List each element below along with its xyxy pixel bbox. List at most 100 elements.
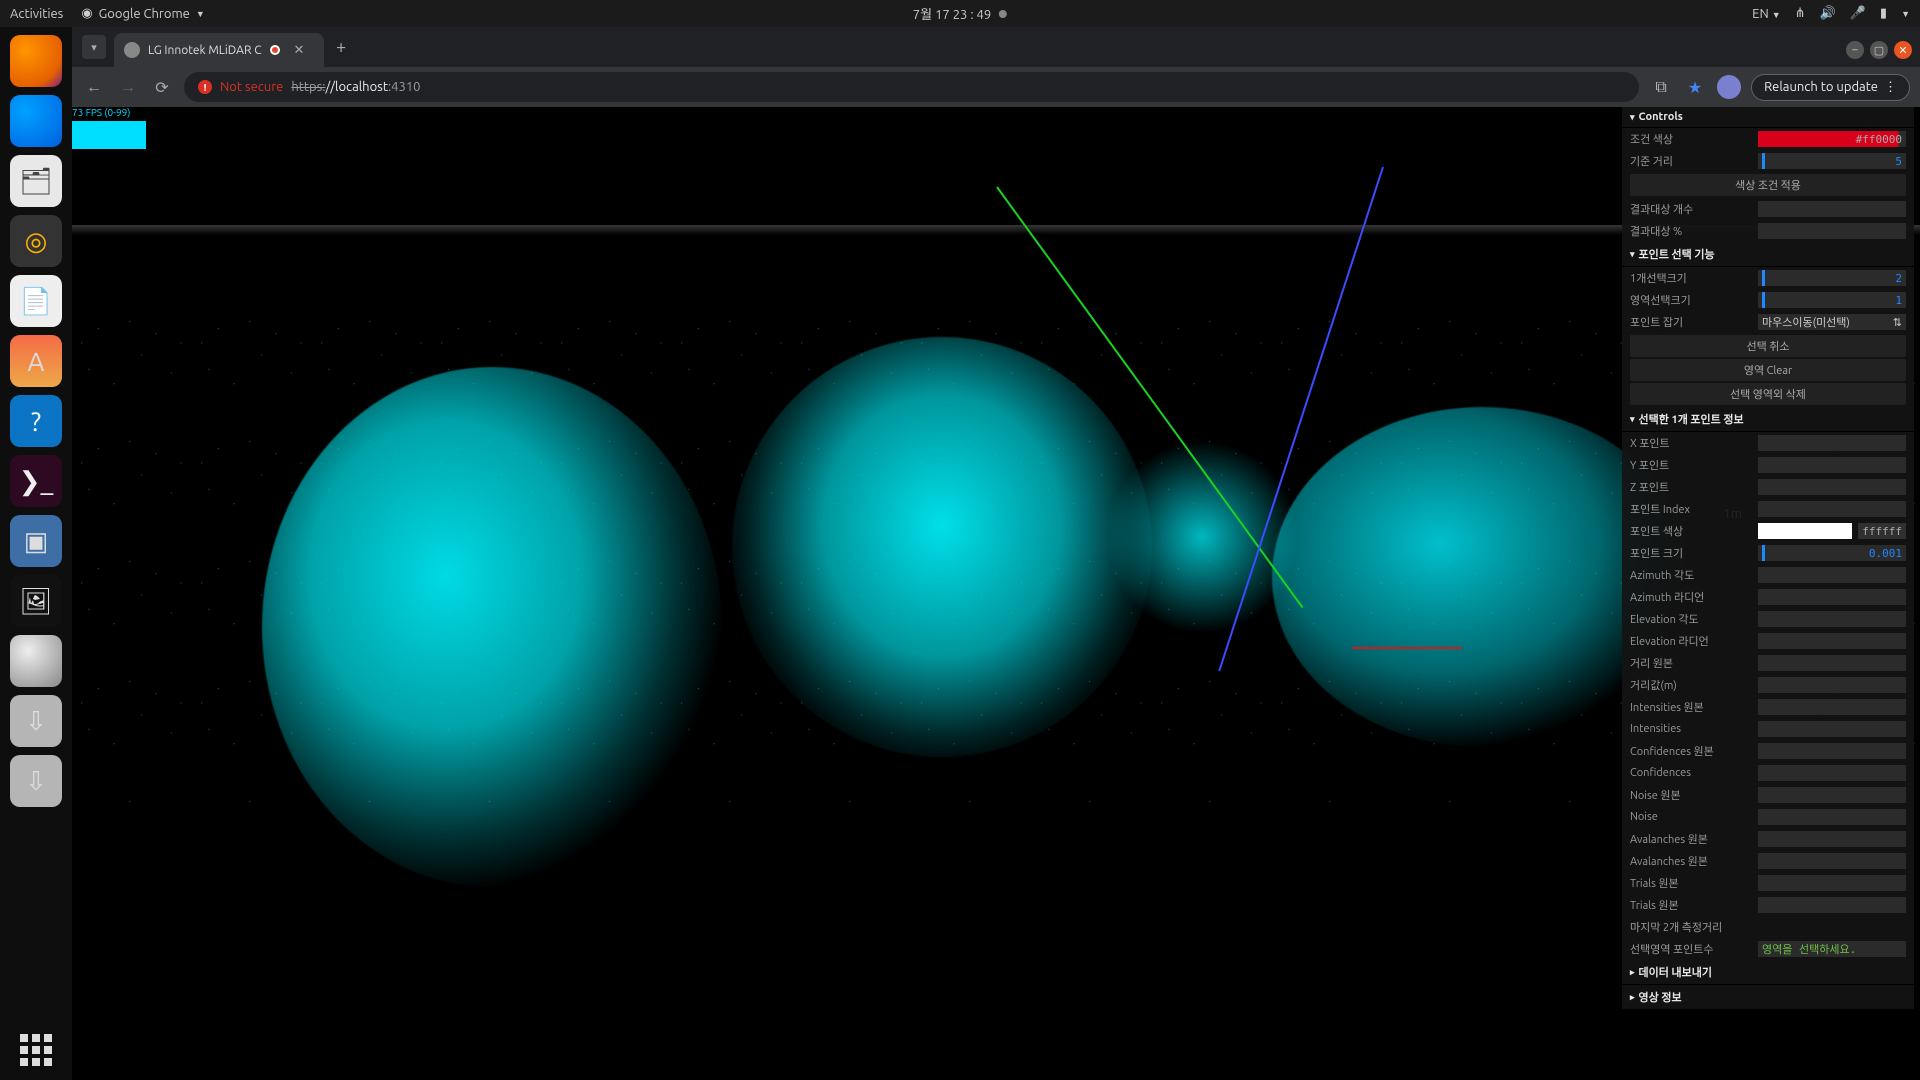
section-controls[interactable]: Controls <box>1622 107 1914 128</box>
label: 포인트 Index <box>1630 501 1752 517</box>
color-swatch[interactable] <box>1758 523 1852 539</box>
clock[interactable]: 7월 17 23 : 49 <box>913 4 1007 23</box>
apply-color-button[interactable]: 색상 조건 적용 <box>1630 174 1906 196</box>
url-port: :4310 <box>388 80 421 94</box>
gnome-topbar: Activities ◉ Google Chrome ▼ 7월 17 23 : … <box>0 0 1920 27</box>
readonly-field <box>1758 743 1906 759</box>
label: Avalanches 원본 <box>1630 853 1752 869</box>
cancel-selection-button[interactable]: 선택 취소 <box>1630 335 1906 357</box>
chevron-down-icon[interactable]: ▼ <box>1901 9 1910 19</box>
color-input[interactable]: #ff0000 <box>1758 131 1906 147</box>
label: 기준 거리 <box>1630 153 1752 169</box>
info-row: Trials 원본 <box>1622 894 1914 916</box>
axis-x-icon <box>1352 647 1462 649</box>
info-row: Avalanches 원본 <box>1622 828 1914 850</box>
readonly-field <box>1758 831 1906 847</box>
new-tab-button[interactable]: + <box>324 37 358 67</box>
bookmark-star-icon[interactable]: ★ <box>1683 78 1707 97</box>
controls-panel: Controls 조건 색상#ff0000 기준 거리 5 색상 조건 적용 결과… <box>1622 107 1914 1010</box>
section-selected-point-info[interactable]: 선택한 1개 포인트 정보 <box>1622 407 1914 432</box>
hex-input[interactable]: ffffff <box>1858 523 1906 539</box>
show-applications-icon[interactable] <box>20 1034 52 1066</box>
readonly-field <box>1758 853 1906 869</box>
rhythmbox-icon[interactable]: ◎ <box>10 215 62 267</box>
label: Intensities <box>1630 723 1752 735</box>
tab-close-button[interactable]: ✕ <box>294 43 305 58</box>
number-input[interactable]: 0.001 <box>1758 545 1906 561</box>
screencast-icon[interactable]: ⧉ <box>1649 78 1673 97</box>
fps-overlay: 73 FPS (0-99) <box>72 107 146 149</box>
lidar-viewport[interactable]: 73 FPS (0-99) 1m Controls 조건 색상#ff0000 기… <box>72 107 1920 1080</box>
relaunch-button[interactable]: Relaunch to update ⋮ <box>1751 74 1910 101</box>
usb-drive-icon[interactable]: ⇩ <box>10 695 62 747</box>
label: 결과대상 개수 <box>1630 201 1752 217</box>
readonly-field <box>1758 897 1906 913</box>
profile-avatar[interactable] <box>1717 75 1741 99</box>
label: 포인트 잡기 <box>1630 314 1752 330</box>
screenshot-icon[interactable]: ▣ <box>10 515 62 567</box>
number-input[interactable]: 2 <box>1758 270 1906 286</box>
readonly-field <box>1758 589 1906 605</box>
back-button[interactable]: ← <box>82 78 106 97</box>
readonly-field <box>1758 633 1906 649</box>
tab-title: LG Innotek MLiDAR C <box>148 44 262 57</box>
fps-text: 73 FPS (0-99) <box>72 107 130 118</box>
info-row: Elevation 각도 <box>1622 608 1914 630</box>
thunderbird-icon[interactable] <box>10 95 62 147</box>
files-icon[interactable]: 🗂 <box>10 155 62 207</box>
window-maximize-button[interactable]: ▢ <box>1870 41 1888 59</box>
network-icon[interactable]: ⋔ <box>1795 6 1806 21</box>
app-menu[interactable]: ◉ Google Chrome ▼ <box>81 6 204 21</box>
section-video-info[interactable]: 영상 정보 <box>1622 985 1914 1010</box>
activities-button[interactable]: Activities <box>10 7 63 21</box>
tab-active[interactable]: LG Innotek MLiDAR C ✕ <box>114 33 324 67</box>
usb-drive-icon[interactable]: ⇩ <box>10 755 62 807</box>
chevron-down-icon: ▼ <box>1772 10 1781 20</box>
dropdown[interactable]: 마우스이동(미선택)⇅ <box>1758 314 1906 330</box>
address-bar[interactable]: ! Not secure https://localhost:4310 <box>184 72 1639 102</box>
terminal-icon[interactable]: ❯_ <box>10 455 62 507</box>
info-row: Azimuth 각도 <box>1622 564 1914 586</box>
hint-text: 영역을 선택하세요. <box>1758 941 1906 957</box>
url-host: //localhost <box>325 80 388 94</box>
tabstrip: ▾ LG Innotek MLiDAR C ✕ + – ▢ ✕ <box>72 27 1920 67</box>
readonly-field <box>1758 201 1906 217</box>
label: 1개선택크기 <box>1630 270 1752 286</box>
window-close-button[interactable]: ✕ <box>1894 41 1912 59</box>
section-data-export[interactable]: 데이터 내보내기 <box>1622 960 1914 985</box>
readonly-field <box>1758 501 1906 517</box>
mic-icon[interactable]: 🎤 <box>1850 6 1866 21</box>
label: 영역선택크기 <box>1630 292 1752 308</box>
datetime-label: 7월 17 23 : 49 <box>913 4 991 23</box>
volume-icon[interactable]: 🔊 <box>1820 6 1836 21</box>
kebab-icon: ⋮ <box>1884 80 1897 95</box>
input-lang[interactable]: EN ▼ <box>1752 7 1780 21</box>
dropdown-value: 마우스이동(미선택) <box>1762 314 1850 330</box>
reload-button[interactable]: ⟳ <box>150 78 174 97</box>
area-clear-button[interactable]: 영역 Clear <box>1630 359 1906 381</box>
row-area-point-count: 선택영역 포인트수영역을 선택하세요. <box>1622 938 1914 960</box>
label: X 포인트 <box>1630 435 1752 451</box>
number-input[interactable]: 1 <box>1758 292 1906 308</box>
sphere-app-icon[interactable] <box>10 635 62 687</box>
browser-toolbar: ← → ⟳ ! Not secure https://localhost:431… <box>72 67 1920 107</box>
delete-outside-button[interactable]: 선택 영역외 삭제 <box>1630 383 1906 405</box>
image-viewer-icon[interactable]: 🖼 <box>10 575 62 627</box>
battery-icon[interactable]: ▮ <box>1880 6 1887 21</box>
label: Elevation 각도 <box>1630 611 1752 627</box>
firefox-icon[interactable] <box>10 35 62 87</box>
label: Confidences 원본 <box>1630 743 1752 759</box>
pointcloud-cluster <box>732 337 1152 757</box>
libreoffice-writer-icon[interactable]: 📄 <box>10 275 62 327</box>
row-result-percent: 결과대상 % <box>1622 220 1914 242</box>
forward-button[interactable]: → <box>116 78 140 97</box>
row-condition-color: 조건 색상#ff0000 <box>1622 128 1914 150</box>
readonly-field <box>1758 655 1906 671</box>
window-minimize-button[interactable]: – <box>1846 41 1864 59</box>
number-input[interactable]: 5 <box>1758 153 1906 169</box>
ubuntu-software-icon[interactable]: A <box>10 335 62 387</box>
help-icon[interactable]: ? <box>10 395 62 447</box>
section-point-select[interactable]: 포인트 선택 기능 <box>1622 242 1914 267</box>
tab-search-button[interactable]: ▾ <box>82 35 106 59</box>
readonly-field <box>1758 875 1906 891</box>
